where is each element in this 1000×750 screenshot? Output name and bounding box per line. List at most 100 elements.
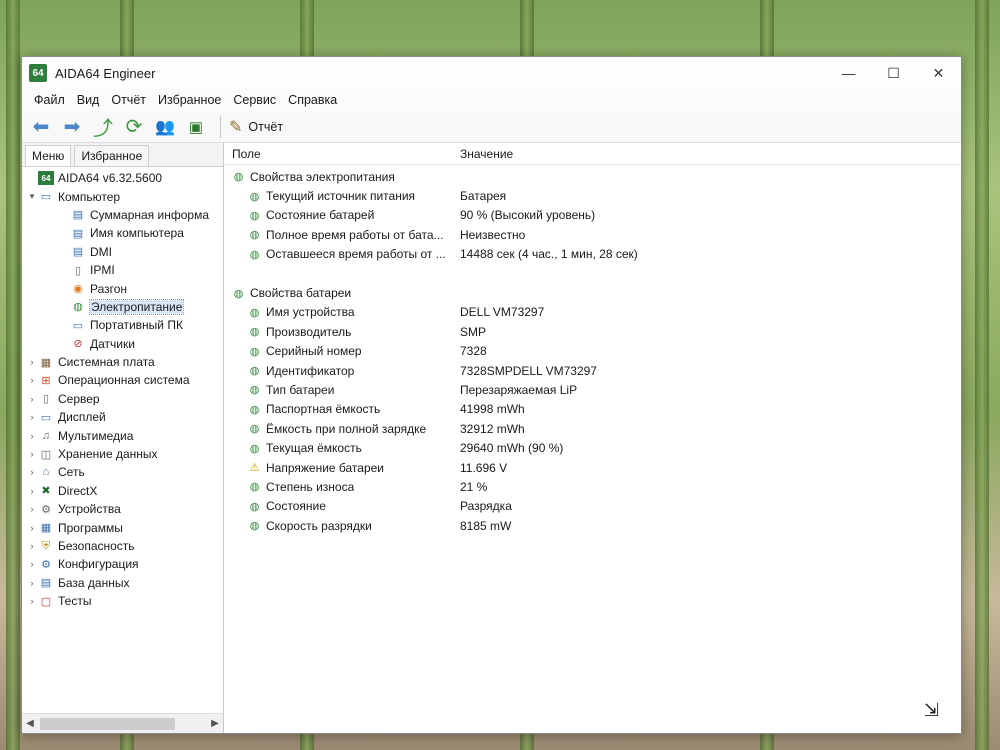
table-row[interactable]: ◍ Состояние Разрядка — [224, 497, 961, 516]
directx-icon: ✖ — [41, 485, 51, 498]
expand-arrow-icon[interactable]: › — [26, 486, 38, 496]
scroll-thumb[interactable] — [40, 717, 175, 730]
expand-arrow-icon[interactable]: › — [26, 375, 38, 385]
back-arrow-icon[interactable]: ⬅ — [26, 113, 56, 141]
refresh-icon[interactable]: ⟳ — [119, 113, 149, 141]
expand-arrow-icon[interactable]: › — [26, 523, 38, 533]
users-icon[interactable]: 👥 — [150, 113, 180, 141]
table-row[interactable]: ◍ Текущий источник питания Батарея — [224, 186, 961, 205]
menu-service[interactable]: Сервис — [227, 93, 282, 107]
table-row[interactable]: ⚠ Напряжение батареи 11.696 V — [224, 458, 961, 477]
table-row[interactable]: ◍ Имя устройства DELL VM73297 — [224, 303, 961, 322]
table-row[interactable]: ◍ Скорость разрядки 8185 mW — [224, 516, 961, 535]
tree-item[interactable]: › ⚙ Конфигурация — [22, 555, 223, 573]
tree-item[interactable]: › ▦ Программы — [22, 518, 223, 536]
tree-item-label: Компьютер — [58, 189, 121, 204]
tree-item-label: Имя компьютера — [90, 226, 184, 241]
tree-item[interactable]: › ▯ Сервер — [22, 390, 223, 408]
tree-item[interactable]: ▭ Портативный ПК — [22, 316, 223, 334]
up-arrow-icon[interactable]: ⤴ — [88, 113, 118, 141]
tree-item[interactable]: › ▤ База данных — [22, 574, 223, 592]
monitor-icon[interactable]: ▣ — [181, 113, 211, 141]
horizontal-scrollbar[interactable]: ◀ ▶ — [22, 713, 223, 733]
tree-item[interactable]: › ◫ Хранение данных — [22, 445, 223, 463]
tree-item[interactable]: › ▦ Системная плата — [22, 353, 223, 371]
table-row[interactable]: ◍ Оставшееся время работы от ... 14488 сек… — [224, 245, 961, 264]
scroll-left-icon[interactable]: ◀ — [22, 718, 38, 729]
tree-item[interactable]: ▯ IPMI — [22, 261, 223, 279]
minimize-button[interactable]: — — [826, 57, 871, 89]
row-value: 21 % — [460, 479, 488, 494]
table-row[interactable]: ◍ Серийный номер 7328 — [224, 342, 961, 361]
expand-arrow-icon[interactable]: › — [26, 412, 38, 422]
scroll-right-icon[interactable]: ▶ — [207, 718, 223, 729]
menu-view[interactable]: Вид — [71, 93, 106, 107]
tree-item[interactable]: ▤ Имя компьютера — [22, 224, 223, 242]
table-row[interactable]: ◍ Тип батареи Перезаряжаемая LiP — [224, 380, 961, 399]
row-field-label: Имя устройства — [266, 305, 355, 320]
tree-item[interactable]: › ⚙ Устройства — [22, 500, 223, 518]
tree-item[interactable]: ▾ ▭ Компьютер — [22, 187, 223, 205]
table-row[interactable]: ◍ Ёмкость при полной зарядке 32912 mWh — [224, 419, 961, 438]
expand-arrow-icon[interactable]: ▾ — [26, 191, 38, 202]
table-row[interactable]: ◍ Текущая ёмкость 29640 mWh (90 %) — [224, 438, 961, 457]
menu-file[interactable]: Файл — [28, 93, 71, 107]
table-row[interactable]: ◍ Производитель SMP — [224, 322, 961, 341]
title-bar[interactable]: 64 AIDA64 Engineer — ☐ ✕ — [22, 57, 961, 89]
tree-item-label: Хранение данных — [58, 447, 158, 462]
tree-item[interactable]: ◍ Электропитание — [22, 298, 223, 316]
tree-item[interactable]: ▤ DMI — [22, 243, 223, 261]
expand-arrow-icon[interactable]: › — [26, 467, 38, 477]
menu-favorites[interactable]: Избранное — [152, 93, 227, 107]
report-button[interactable]: ✎ Отчёт — [229, 117, 283, 137]
power-icon: ◍ — [249, 209, 260, 222]
tree-item[interactable]: › ⌂ Сеть — [22, 463, 223, 481]
group-header-row[interactable]: ◍ Свойства электропитания — [224, 167, 961, 186]
close-button[interactable]: ✕ — [916, 57, 961, 89]
tree-item[interactable]: ▤ Суммарная информа — [22, 206, 223, 224]
power-icon: ◍ — [249, 345, 260, 358]
sensors-icon: ⊘ — [73, 338, 83, 351]
storage-icon: ◫ — [40, 448, 52, 461]
laptop-icon: ▭ — [72, 319, 84, 332]
expand-arrow-icon[interactable]: › — [26, 504, 38, 514]
tree-item[interactable]: 64 AIDA64 v6.32.5600 — [22, 169, 223, 187]
row-value: 7328SMPDELL VM73297 — [460, 363, 597, 378]
tree-item[interactable]: ⊘ Датчики — [22, 335, 223, 353]
tree-item[interactable]: ◉ Разгон — [22, 279, 223, 297]
tree-item[interactable]: › ♫ Мультимедиа — [22, 426, 223, 444]
forward-arrow-icon[interactable]: ➡ — [57, 113, 87, 141]
expand-arrow-icon[interactable]: › — [26, 449, 38, 459]
expand-arrow-icon[interactable]: › — [26, 394, 38, 404]
tree-item[interactable]: › ⊞ Операционная система — [22, 371, 223, 389]
table-row[interactable]: ◍ Идентификатор 7328SMPDELL VM73297 — [224, 361, 961, 380]
column-field-header[interactable]: Поле — [224, 147, 452, 161]
tree-item[interactable]: › ✖ DirectX — [22, 482, 223, 500]
row-value: Разрядка — [460, 499, 512, 514]
table-row[interactable]: ◍ Степень износа 21 % — [224, 477, 961, 496]
table-row[interactable]: ◍ Паспортная ёмкость 41998 mWh — [224, 400, 961, 419]
expand-arrow-icon[interactable]: › — [26, 596, 38, 606]
expand-arrow-icon[interactable]: › — [26, 559, 38, 569]
expand-arrow-icon[interactable]: › — [26, 357, 38, 367]
expand-arrow-icon[interactable]: › — [26, 578, 38, 588]
tree-item[interactable]: › ▢ Тесты — [22, 592, 223, 610]
maximize-button[interactable]: ☐ — [871, 57, 916, 89]
menu-help[interactable]: Справка — [282, 93, 343, 107]
menu-report[interactable]: Отчёт — [105, 93, 152, 107]
tree-item[interactable]: › ⛨ Безопасность — [22, 537, 223, 555]
row-field: ◍ Текущая ёмкость — [224, 441, 452, 455]
table-row[interactable]: ◍ Полное время работы от бата... Неизвестн… — [224, 225, 961, 244]
column-value-header[interactable]: Значение — [452, 147, 513, 161]
expand-arrow-icon[interactable]: › — [26, 431, 38, 441]
group-header-row[interactable]: ◍ Свойства батареи — [224, 283, 961, 302]
table-row[interactable]: ◍ Состояние батарей 90 % (Высокий уровень) — [224, 206, 961, 225]
row-field-label: Скорость разрядки — [266, 518, 372, 533]
power-icon: ◍ — [249, 500, 260, 513]
row-value: 41998 mWh — [460, 402, 525, 417]
tab-menu[interactable]: Меню — [25, 145, 72, 166]
expand-arrow-icon[interactable]: › — [26, 541, 38, 551]
tree-item[interactable]: › ▭ Дисплей — [22, 408, 223, 426]
tab-favorites[interactable]: Избранное — [74, 145, 150, 166]
programs-icon: ▦ — [40, 522, 52, 535]
